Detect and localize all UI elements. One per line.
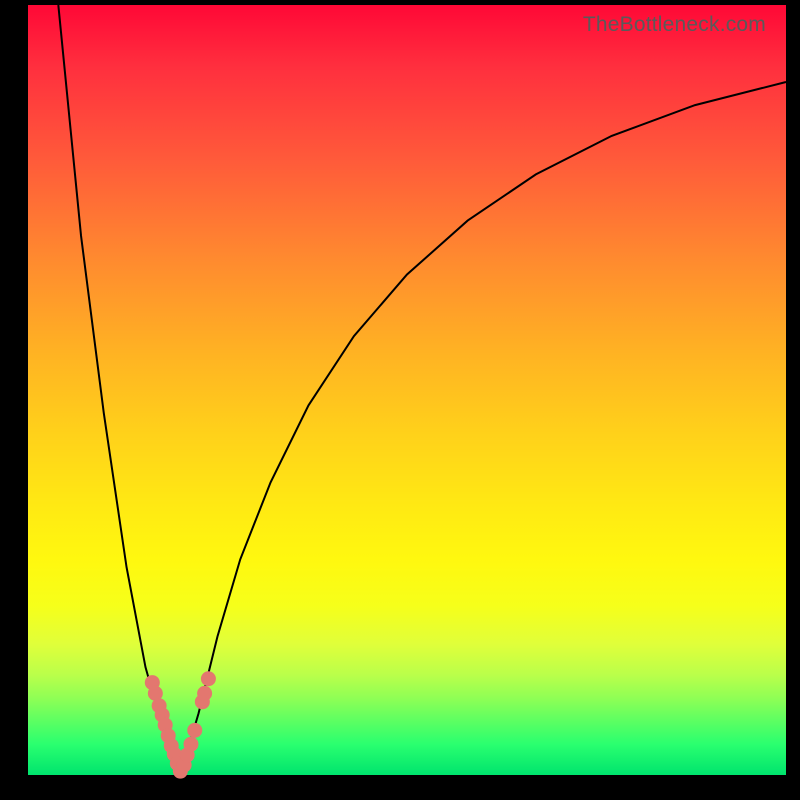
marker-dot — [201, 671, 216, 686]
chart-lines — [58, 5, 786, 775]
chart-plot-area: TheBottleneck.com — [28, 5, 786, 775]
chart-svg — [28, 5, 786, 775]
marker-dot — [183, 737, 198, 752]
marker-dot — [187, 723, 202, 738]
marker-dots — [145, 671, 216, 778]
right-branch-line — [180, 82, 786, 775]
left-branch-line — [58, 5, 179, 775]
marker-dot — [197, 686, 212, 701]
